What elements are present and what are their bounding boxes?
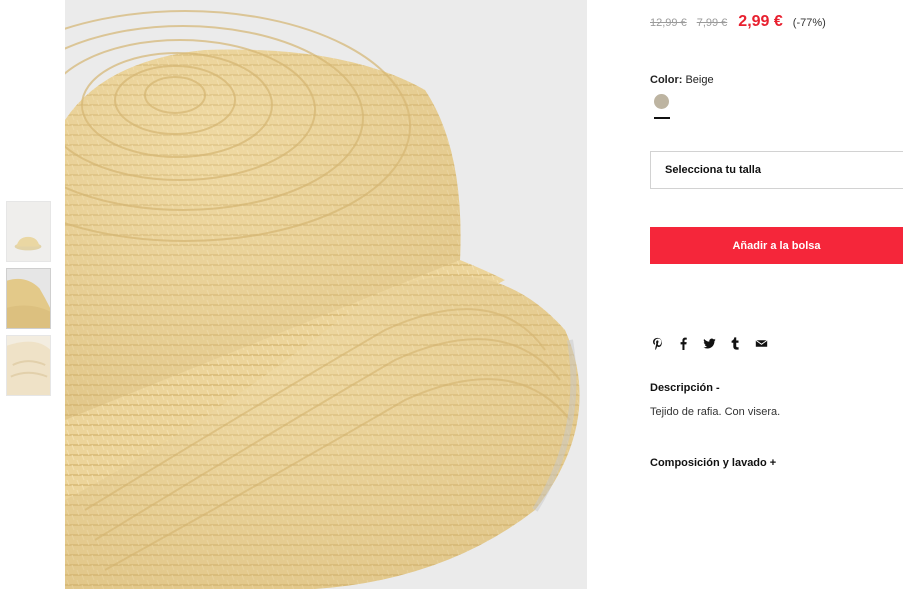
- color-label: Color: Beige: [650, 74, 714, 86]
- thumbnail-2[interactable]: [6, 268, 51, 329]
- thumbnail-1[interactable]: [6, 201, 51, 262]
- discount-badge: (-77%): [792, 17, 826, 29]
- pinterest-icon[interactable]: [650, 336, 664, 350]
- product-page: 12,99 € 7,99 € 2,99 € (-77%) Color: Beig…: [0, 0, 903, 589]
- email-icon[interactable]: [754, 336, 768, 350]
- description-toggle[interactable]: Descripción -: [650, 382, 720, 394]
- size-select-placeholder: Selecciona tu talla: [665, 164, 761, 176]
- previous-price: 7,99 €: [696, 17, 728, 29]
- product-main-image[interactable]: [65, 0, 587, 589]
- description-text: Tejido de rafia. Con visera.: [650, 406, 781, 418]
- add-to-bag-button[interactable]: Añadir a la bolsa: [650, 227, 903, 264]
- share-icons: [650, 336, 768, 350]
- swatch-selected-indicator: [654, 117, 670, 119]
- product-info-panel: 12,99 € 7,99 € 2,99 € (-77%) Color: Beig…: [650, 0, 903, 589]
- original-price: 12,99 €: [650, 17, 687, 29]
- tumblr-icon[interactable]: [728, 336, 742, 350]
- twitter-icon[interactable]: [702, 336, 716, 350]
- composition-toggle[interactable]: Composición y lavado +: [650, 457, 776, 469]
- color-label-value: Beige: [685, 74, 714, 86]
- color-swatch-beige[interactable]: [654, 94, 669, 109]
- current-price: 2,99 €: [738, 13, 783, 30]
- color-label-key: Color:: [650, 74, 683, 86]
- thumbnail-gallery: [6, 201, 51, 402]
- size-select[interactable]: Selecciona tu talla: [650, 151, 903, 189]
- thumbnail-3[interactable]: [6, 335, 51, 396]
- facebook-icon[interactable]: [676, 336, 690, 350]
- price-row: 12,99 € 7,99 € 2,99 € (-77%): [650, 13, 826, 31]
